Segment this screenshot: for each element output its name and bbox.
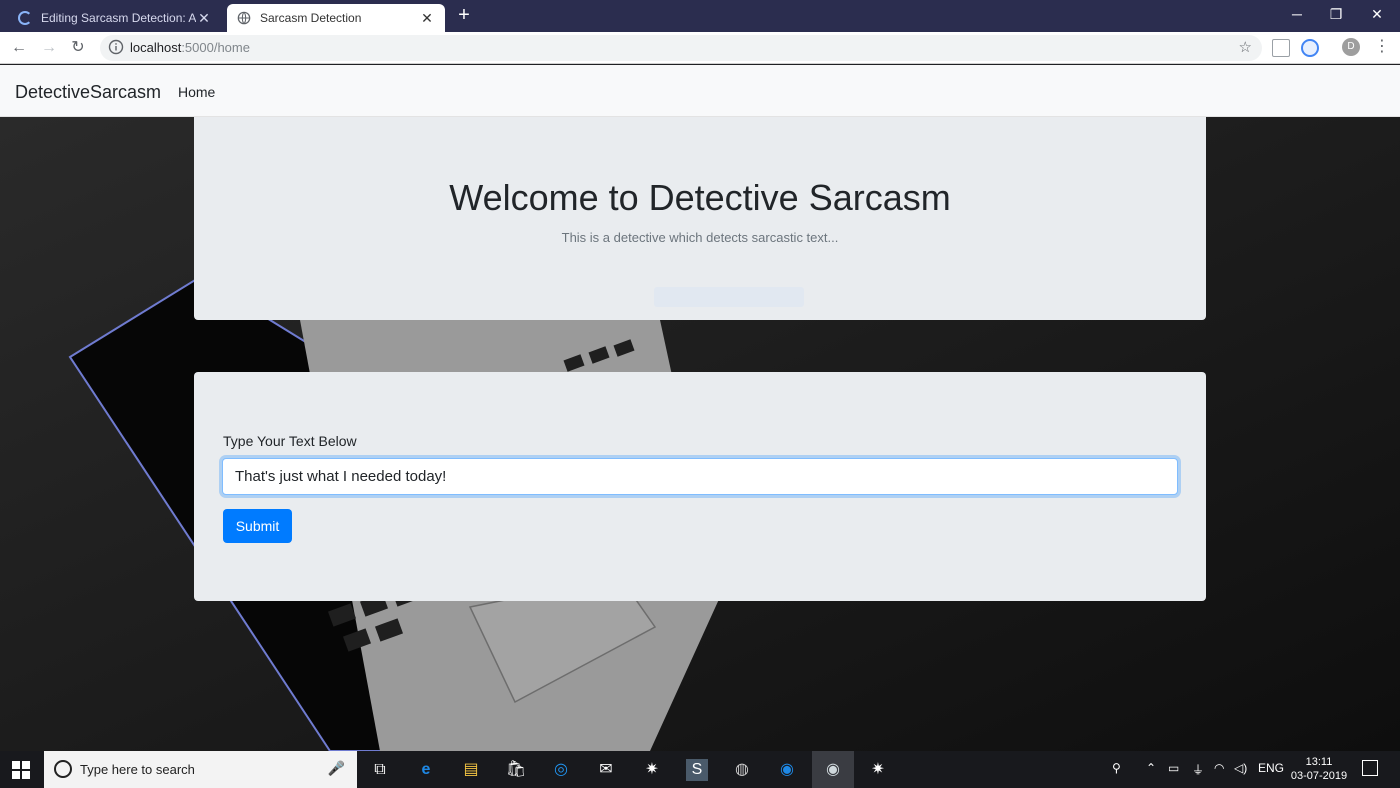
chrome-icon[interactable]: ◉ (822, 759, 844, 781)
profile-avatar[interactable]: D (1342, 38, 1360, 56)
task-view-icon[interactable]: ⧉ (369, 759, 391, 781)
network-app-icon[interactable]: ✷ (641, 759, 663, 781)
globe-icon (237, 11, 251, 25)
text-input-label: Type Your Text Below (223, 433, 357, 449)
store-icon[interactable]: 🛍 (505, 759, 527, 781)
window-close-icon[interactable]: ✕ (1354, 0, 1400, 30)
search-placeholder: Type here to search (80, 762, 195, 777)
notification-icon[interactable] (1362, 760, 1378, 776)
restore-icon[interactable]: ❐ (1313, 0, 1359, 30)
loading-spinner-icon (18, 11, 32, 25)
safari-icon[interactable]: ◎ (550, 759, 572, 781)
url-text[interactable]: localhost:5000/home (130, 40, 250, 55)
tab-sarcasm-detection[interactable]: Sarcasm Detection ✕ (227, 4, 445, 32)
sublime-icon[interactable]: S (686, 759, 708, 781)
page-title: Welcome to Detective Sarcasm (449, 177, 951, 218)
language-indicator[interactable]: ENG (1258, 761, 1284, 775)
windows-start-icon[interactable] (12, 761, 30, 779)
taskbar-search[interactable]: Type here to search 🎤 (44, 751, 357, 788)
usb-icon[interactable]: ⏚ (1192, 761, 1204, 778)
microphone-icon[interactable]: 🎤 (328, 760, 345, 777)
text-form-card: Type Your Text Below That's just what I … (194, 372, 1206, 601)
extension-icon[interactable] (1272, 39, 1290, 57)
address-bar[interactable]: localhost:5000/home ☆ (100, 35, 1262, 61)
forward-button[interactable]: → (38, 37, 60, 59)
firefox-icon[interactable]: ◉ (776, 759, 798, 781)
chrome-extension-icon[interactable] (1301, 39, 1319, 57)
reload-button[interactable]: ↻ (67, 37, 89, 59)
site-navbar: DetectiveSarcasm Home (0, 65, 1400, 117)
navbar-brand[interactable]: DetectiveSarcasm (15, 82, 161, 103)
close-icon[interactable]: ✕ (196, 10, 212, 27)
cortana-icon (54, 760, 72, 778)
network-app-icon-2[interactable]: ✷ (867, 759, 889, 781)
tab-editing[interactable]: Editing Sarcasm Detection: An a ✕ (8, 4, 222, 32)
faded-button[interactable] (654, 287, 804, 307)
battery-icon[interactable]: ▭ (1168, 761, 1179, 775)
text-input[interactable]: That's just what I needed today! (222, 458, 1178, 495)
nav-link-home[interactable]: Home (178, 84, 215, 100)
clock-date: 03-07-2019 (1290, 770, 1348, 782)
tab-title: Sarcasm Detection (260, 11, 362, 25)
clock[interactable]: 13:11 03-07-2019 (1283, 755, 1355, 783)
edge-icon[interactable]: e (415, 759, 437, 781)
page-subtitle: This is a detective which detects sarcas… (561, 230, 839, 245)
browser-tab-strip: Editing Sarcasm Detection: An a ✕ Sarcas… (0, 0, 1400, 32)
close-icon[interactable]: ✕ (419, 10, 435, 27)
wifi-icon[interactable]: ◠ (1214, 761, 1224, 775)
jumbotron: Welcome to Detective Sarcasm This is a d… (194, 117, 1206, 320)
submit-button[interactable]: Submit (223, 509, 292, 543)
browser-toolbar: ← → ↻ localhost:5000/home ☆ (0, 32, 1400, 64)
new-tab-button[interactable]: + (452, 4, 476, 28)
bookmark-star-icon[interactable]: ☆ (1239, 38, 1252, 56)
show-hidden-icons[interactable]: ⌃ (1146, 761, 1156, 775)
info-icon[interactable] (108, 39, 124, 55)
people-icon[interactable]: ⚲ (1112, 761, 1121, 775)
globe-app-icon[interactable]: ◍ (731, 759, 753, 781)
kebab-menu-icon[interactable]: ⋮ (1374, 36, 1390, 58)
volume-icon[interactable]: ◁) (1234, 761, 1247, 775)
tab-title: Editing Sarcasm Detection: An a (41, 11, 196, 25)
file-explorer-icon[interactable]: ▤ (460, 759, 482, 781)
mail-icon[interactable]: ✉ (595, 759, 617, 781)
clock-time: 13:11 (1305, 756, 1333, 768)
windows-taskbar: Type here to search 🎤 ⧉ e ▤ 🛍 ◎ ✉ ✷ S ◍ … (0, 751, 1400, 788)
back-button[interactable]: ← (8, 37, 30, 59)
